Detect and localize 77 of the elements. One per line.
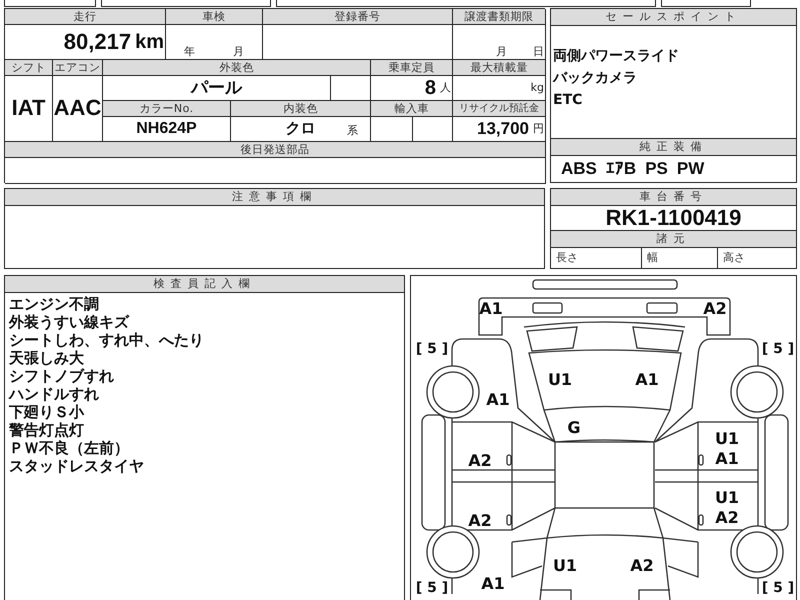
damage-code: U1 (548, 372, 572, 388)
panel-header: 検査員記入欄 (5, 276, 404, 293)
table-header: 輸入車 (371, 100, 453, 117)
tread-depth: [ 5 ] (762, 580, 794, 595)
spec-cell: 幅 (642, 248, 718, 268)
inspector-note: 警告灯点灯 (9, 420, 85, 439)
damage-code: A2 (715, 510, 739, 526)
equipment-item: PW (676, 160, 704, 178)
table-cell: AAC (53, 76, 103, 142)
inspector-note: 外装うすい線キズ (9, 312, 130, 331)
month-unit: 月 (496, 44, 507, 59)
month-unit: 月 (233, 44, 244, 59)
mileage-value: 80,217 (64, 30, 132, 53)
spec-cell: 長さ (551, 248, 642, 268)
table-cell: kg (453, 76, 546, 101)
equipment-item: ABS (561, 160, 597, 178)
year-unit: 年 (184, 44, 195, 59)
sale-point: バックカメラ (553, 69, 638, 88)
table-cell: NH624P (103, 116, 231, 142)
table-header: 譲渡書類期限 (453, 8, 546, 25)
sale-point: 両側パワースライド (553, 47, 680, 66)
interior-color-value: クロ (286, 121, 316, 136)
damage-code: G (567, 420, 581, 436)
panel-header: 車台番号 (551, 188, 796, 206)
damage-code: A2 (630, 558, 654, 574)
day-unit: 日 (533, 44, 544, 59)
inspector-note: ハンドルすれ (9, 384, 100, 403)
damage-code: U1 (714, 490, 740, 506)
sale-point: ETC (553, 91, 584, 110)
table-header: 後日発送部品 (5, 142, 546, 158)
equipment-item: PS (645, 160, 668, 178)
mileage-unit: km (135, 32, 164, 52)
tread-depth: [ 5 ] (416, 342, 448, 356)
tread-depth: [ 5 ] (416, 580, 448, 595)
damage-code: U1 (552, 558, 578, 574)
table-header: 最大積載量 (453, 60, 546, 76)
interior-color-suffix: 系 (347, 122, 358, 138)
table-header: 登録番号 (263, 8, 453, 25)
table-header: カラーNo. (103, 100, 231, 117)
inspector-note: エンジン不調 (9, 294, 100, 313)
inspector-note: シートしわ、すれ中、へたり (9, 330, 205, 349)
damage-code: A1 (486, 392, 510, 408)
inspector-note: ＰＷ不良（左前） (9, 438, 130, 457)
table-header: リサイクル預託金 (453, 100, 546, 117)
table-header: 乗車定員 (371, 60, 453, 76)
panel-header: 注意事項欄 (5, 188, 544, 206)
chassis-number: RK1-1100419 (606, 206, 742, 229)
capacity-value: 8 (424, 78, 436, 98)
table-header: 走行 (5, 8, 166, 25)
capacity-unit: 人 (440, 80, 451, 96)
damage-code: A2 (468, 512, 492, 529)
damage-code: U1 (714, 430, 740, 447)
damage-code: A1 (715, 450, 739, 467)
table-header: シフト (5, 60, 53, 76)
table-cell: IAT (5, 76, 53, 142)
panel-header: セールスポイント (551, 8, 796, 26)
inspector-note: シフトノブすれ (9, 366, 115, 385)
tread-depth: [ 5 ] (762, 342, 794, 356)
inspector-note: 天張しみ大 (9, 348, 85, 367)
inspector-note: 下廻りＳ小 (9, 402, 86, 421)
recycle-fee-value: 13,700 (477, 120, 529, 138)
damage-code: A1 (635, 372, 659, 388)
table-header: エアコン (53, 60, 103, 76)
table-header: 内装色 (231, 100, 371, 117)
damage-code: A1 (481, 576, 505, 592)
inspector-note: スタッドレスタイヤ (9, 456, 145, 475)
table-header: 車検 (166, 8, 263, 25)
damage-code: A1 (479, 300, 503, 317)
table-header: 外装色 (103, 60, 371, 76)
damage-code: A2 (468, 452, 492, 469)
recycle-fee-unit: 円 (533, 121, 544, 136)
spec-cell-text: 高さ (722, 250, 746, 266)
panel-header: 諸元 (551, 230, 796, 248)
panel-header: 純正装備 (551, 138, 796, 156)
damage-code: A2 (703, 300, 727, 317)
equipment-item: ｴｱB (606, 160, 636, 178)
table-cell: パール (103, 76, 331, 101)
